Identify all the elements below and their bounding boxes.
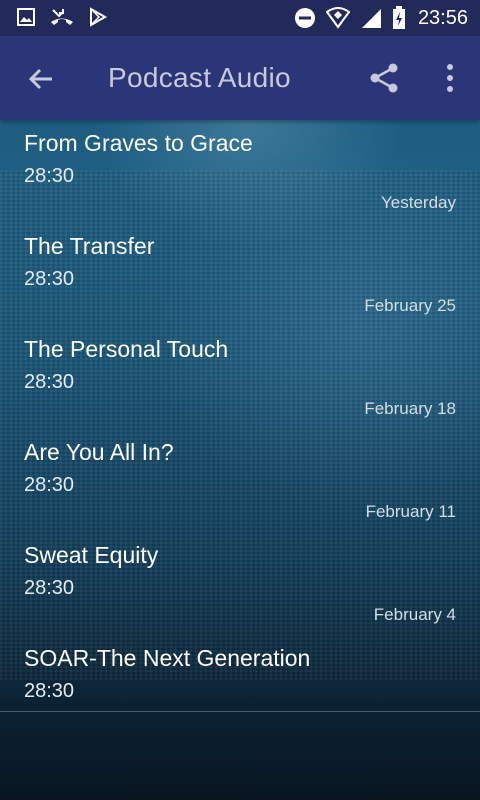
- episode-title: The Transfer: [24, 233, 155, 259]
- wifi-icon: [325, 7, 350, 29]
- episode-title: Sweat Equity: [24, 542, 159, 568]
- episode-title: Are You All In?: [24, 439, 174, 465]
- more-vert-icon: [447, 64, 453, 92]
- list-item[interactable]: The Personal Touch 28:30 February 18: [0, 326, 480, 429]
- bottom-divider: [0, 711, 480, 712]
- back-button[interactable]: [24, 62, 58, 96]
- episode-duration: 28:30: [24, 680, 75, 698]
- signal-icon: [361, 9, 381, 28]
- status-bar: 23:56: [0, 0, 480, 36]
- episode-duration: 28:30: [24, 268, 75, 290]
- episode-title: The Personal Touch: [24, 336, 229, 362]
- episode-title: From Graves to Grace: [24, 130, 253, 156]
- list-item[interactable]: Are You All In? 28:30 February 11: [0, 429, 480, 532]
- arrow-back-icon: [28, 68, 52, 90]
- episode-duration: 28:30: [24, 577, 75, 599]
- play-store-icon: [90, 7, 108, 27]
- battery-charging-icon: [392, 6, 405, 29]
- episode-date: February 25: [364, 296, 456, 315]
- list-item[interactable]: From Graves to Grace 28:30 Yesterday: [0, 120, 480, 223]
- screen: 23:56 Podcast Audio From Graves to Grace…: [0, 0, 480, 800]
- episode-duration: 28:30: [24, 371, 75, 393]
- notification-icons: [16, 7, 108, 27]
- app-bar: Podcast Audio: [0, 36, 480, 120]
- episode-date: Yesterday: [381, 193, 456, 212]
- episode-list[interactable]: From Graves to Grace 28:30 Yesterday The…: [0, 120, 480, 698]
- share-button[interactable]: [368, 62, 400, 94]
- list-item[interactable]: Sweat Equity 28:30 February 4: [0, 532, 480, 635]
- clock: 23:56: [417, 6, 468, 29]
- episode-title: SOAR-The Next Generation: [24, 645, 311, 671]
- do-not-disturb-icon: [294, 8, 315, 28]
- system-icons: 23:56: [294, 6, 468, 30]
- list-item[interactable]: The Transfer 28:30 February 25: [0, 223, 480, 326]
- episode-date: February 11: [365, 502, 456, 521]
- episode-date: February 18: [364, 399, 456, 418]
- missed-call-icon: [51, 9, 73, 25]
- image-icon: [17, 8, 35, 26]
- episode-duration: 28:30: [24, 165, 75, 187]
- more-options-button[interactable]: [442, 62, 458, 94]
- list-item[interactable]: SOAR-The Next Generation 28:30: [0, 635, 480, 698]
- episode-duration: 28:30: [24, 474, 75, 496]
- episode-date: February 4: [373, 605, 456, 624]
- page-title: Podcast Audio: [108, 62, 291, 93]
- share-icon: [370, 63, 398, 93]
